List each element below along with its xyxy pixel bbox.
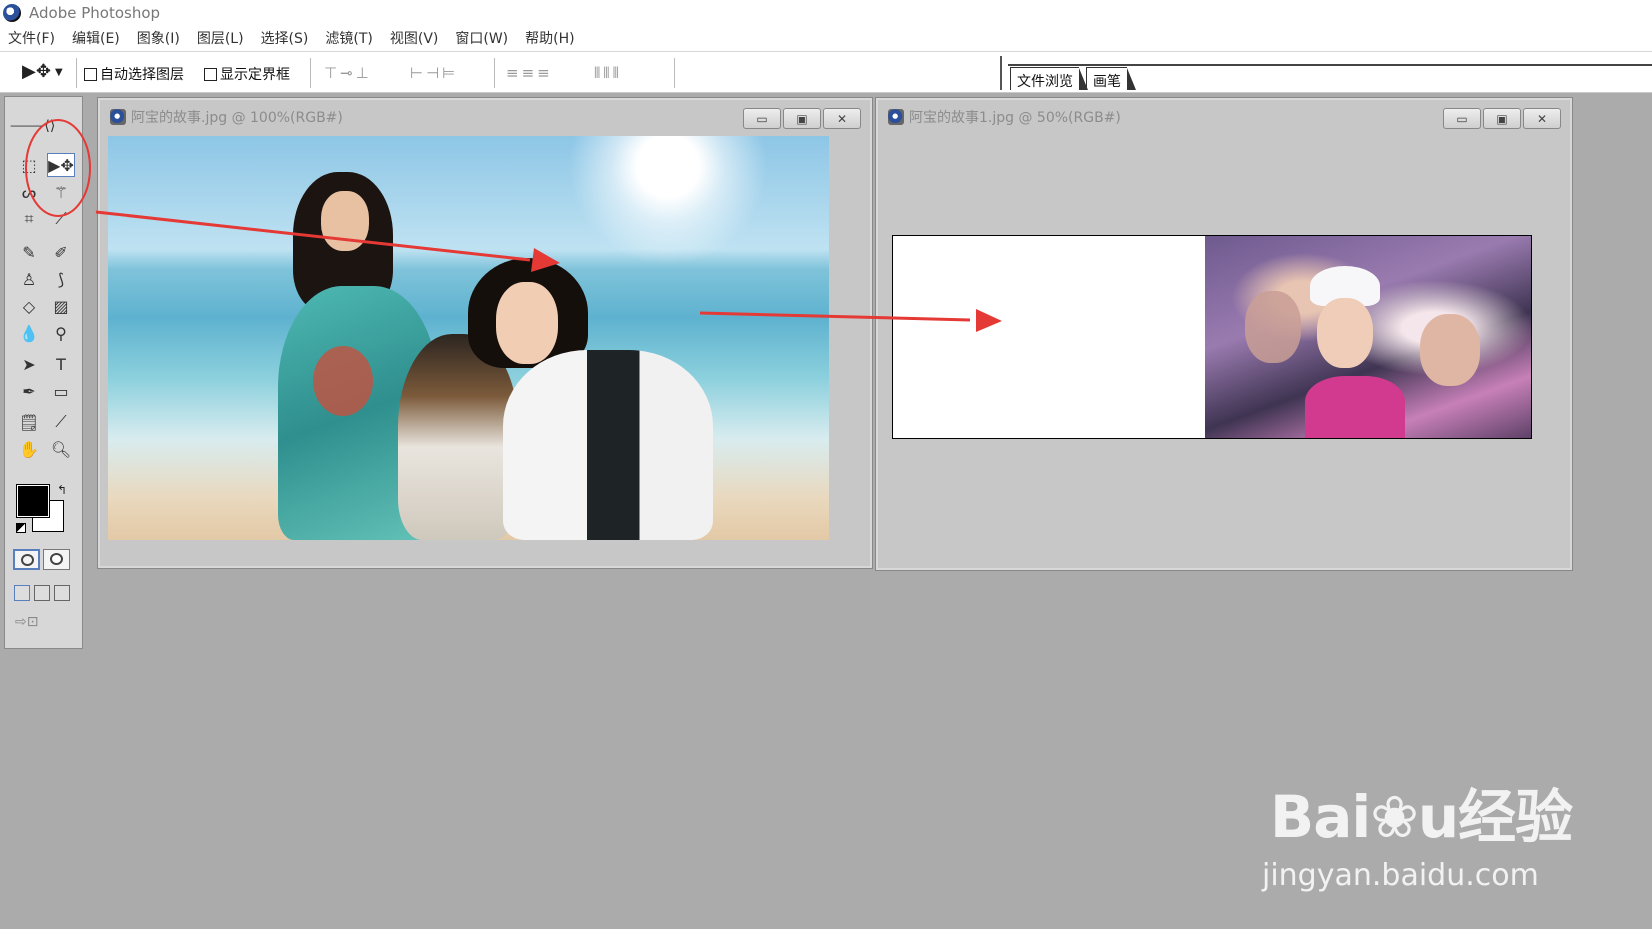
menu-filter[interactable]: 滤镜(T) bbox=[325, 28, 372, 48]
options-divider bbox=[674, 58, 676, 88]
palette-well: 文件浏览 画笔 bbox=[1000, 56, 1652, 90]
watermark-url: jingyan.baidu.com bbox=[1262, 858, 1539, 893]
app-title: Adobe Photoshop bbox=[29, 3, 161, 22]
right-face bbox=[1420, 314, 1480, 386]
standard-mode-icon bbox=[21, 554, 34, 566]
left-face bbox=[1245, 291, 1301, 363]
watermark-logo: Bai❀u经验 bbox=[1270, 783, 1573, 851]
document-window-1[interactable]: 阿宝的故事.jpg @ 100%(RGB#) ▭ ▣ ✕ bbox=[97, 97, 873, 569]
group-photo-layer[interactable] bbox=[1205, 236, 1531, 438]
standard-mode-button[interactable] bbox=[13, 549, 40, 570]
brush-tool-icon[interactable]: ✐ bbox=[47, 240, 75, 264]
distribute-buttons-vertical[interactable]: ≡≡≡ bbox=[506, 64, 553, 82]
checkbox-box[interactable] bbox=[204, 67, 217, 81]
menu-edit[interactable]: 编辑(E) bbox=[72, 28, 120, 48]
full-screen-mode-icon[interactable] bbox=[54, 585, 70, 601]
document-title-bar[interactable]: 阿宝的故事1.jpg @ 50%(RGB#) ▭ ▣ ✕ bbox=[878, 100, 1570, 134]
history-brush-tool-icon[interactable]: ⟆ bbox=[47, 267, 75, 291]
toolbox-header-feather-icon[interactable]: ⸻⟨⟩ bbox=[10, 115, 76, 135]
move-tool-icon[interactable]: ▶✥ bbox=[47, 153, 75, 177]
options-bar: ▶✥ ▼ 自动选择图层 显示定界框 ⊤⊸⊥ ⊢⊣⊨ ≡≡≡ ⫴⫴⫴ 文件浏览 画笔 bbox=[0, 51, 1652, 93]
show-bounding-box-label: 显示定界框 bbox=[220, 67, 290, 83]
menu-bar: 文件(F) 编辑(E) 图象(I) 图层(L) 选择(S) 滤镜(T) 视图(V… bbox=[0, 25, 1652, 51]
default-colors-icon[interactable] bbox=[16, 523, 26, 533]
notes-tool-icon[interactable]: 🗒 bbox=[15, 410, 43, 434]
path-selection-tool-icon[interactable]: ➤ bbox=[15, 352, 43, 376]
options-divider bbox=[494, 58, 496, 88]
menu-help[interactable]: 帮助(H) bbox=[525, 28, 574, 48]
lasso-tool-icon[interactable]: ᔕ bbox=[15, 180, 43, 204]
jump-to-imageready-icon[interactable]: ⇨⊡ bbox=[15, 614, 75, 638]
foreground-color-swatch-front[interactable] bbox=[16, 484, 50, 518]
window-buttons: ▭ ▣ ✕ bbox=[1441, 108, 1561, 129]
magic-wand-tool-icon[interactable]: ⚚ bbox=[47, 180, 75, 204]
maximize-button[interactable]: ▣ bbox=[1483, 108, 1521, 129]
hand-tool-icon[interactable]: ✋ bbox=[15, 437, 43, 461]
menu-window[interactable]: 窗口(W) bbox=[455, 28, 508, 48]
baidu-jingyan-watermark: Bai❀u经验 jingyan.baidu.com bbox=[1260, 760, 1640, 900]
swap-colors-icon[interactable]: ↰ bbox=[57, 483, 67, 497]
marquee-tool-icon[interactable]: ⬚ bbox=[15, 153, 43, 177]
close-button[interactable]: ✕ bbox=[1523, 108, 1561, 129]
options-divider bbox=[76, 58, 78, 88]
healing-brush-tool-icon[interactable]: ✎ bbox=[15, 240, 43, 264]
pen-tool-icon[interactable]: ✒ bbox=[15, 379, 43, 403]
menu-select[interactable]: 选择(S) bbox=[261, 28, 309, 48]
gradient-tool-icon[interactable]: ▨ bbox=[47, 294, 75, 318]
document-title: 阿宝的故事1.jpg @ 50%(RGB#) bbox=[909, 110, 1121, 126]
blur-tool-icon[interactable]: 💧 bbox=[15, 321, 43, 345]
zoom-tool-icon[interactable]: 🔍︎ bbox=[47, 437, 75, 461]
window-buttons: ▭ ▣ ✕ bbox=[741, 108, 861, 129]
standard-screen-mode-icon[interactable] bbox=[14, 585, 30, 601]
minimize-button[interactable]: ▭ bbox=[1443, 108, 1481, 129]
show-bounding-box-checkbox[interactable]: 显示定界框 bbox=[204, 64, 290, 84]
distribute-buttons-horizontal[interactable]: ⫴⫴⫴ bbox=[594, 64, 622, 82]
eyedropper-tool-icon[interactable]: ⟋ bbox=[47, 410, 75, 434]
auto-select-layer-checkbox[interactable]: 自动选择图层 bbox=[84, 64, 184, 84]
document-title: 阿宝的故事.jpg @ 100%(RGB#) bbox=[131, 110, 343, 126]
document-canvas-beach-photo[interactable] bbox=[108, 136, 829, 540]
woman-face bbox=[321, 191, 369, 251]
close-button[interactable]: ✕ bbox=[823, 108, 861, 129]
quick-mask-mode-button[interactable] bbox=[43, 549, 70, 570]
menu-view[interactable]: 视图(V) bbox=[390, 28, 439, 48]
tool-preset-picker[interactable]: ▶✥ ▼ bbox=[22, 61, 63, 82]
align-buttons-top[interactable]: ⊤⊸⊥ bbox=[324, 64, 372, 82]
options-divider bbox=[310, 58, 312, 88]
photoshop-app-icon bbox=[3, 3, 21, 22]
quick-mask-icon bbox=[50, 553, 63, 565]
align-buttons-left[interactable]: ⊢⊣⊨ bbox=[410, 64, 458, 82]
document-icon bbox=[110, 109, 126, 125]
auto-select-layer-label: 自动选择图层 bbox=[100, 67, 184, 83]
eraser-tool-icon[interactable]: ◇ bbox=[15, 294, 43, 318]
checkbox-box[interactable] bbox=[84, 67, 97, 81]
second-woman-face bbox=[496, 282, 558, 364]
crop-tool-icon[interactable]: ⌗ bbox=[15, 207, 43, 231]
tab-brushes[interactable]: 画笔 bbox=[1086, 67, 1136, 90]
rectangle-tool-icon[interactable]: ▭ bbox=[47, 379, 75, 403]
dress-pattern bbox=[313, 346, 373, 416]
second-woman-outfit bbox=[503, 350, 713, 540]
document-window-2[interactable]: 阿宝的故事1.jpg @ 50%(RGB#) ▭ ▣ ✕ bbox=[875, 97, 1573, 571]
center-face bbox=[1317, 298, 1373, 368]
full-screen-menu-mode-icon[interactable] bbox=[34, 585, 50, 601]
clone-stamp-tool-icon[interactable]: ♙ bbox=[15, 267, 43, 291]
slice-tool-icon[interactable]: ⟋ bbox=[47, 207, 75, 231]
menu-image[interactable]: 图象(I) bbox=[137, 28, 180, 48]
toolbox: ⸻⟨⟩ ⬚ ▶✥ ᔕ ⚚ ⌗ ⟋ ✎ ✐ ♙ ⟆ ◇ ▨ 💧 ⚲ ➤ T ✒ ▭… bbox=[4, 96, 83, 649]
dodge-tool-icon[interactable]: ⚲ bbox=[47, 321, 75, 345]
document-icon bbox=[888, 109, 904, 125]
document-canvas[interactable] bbox=[892, 235, 1532, 439]
document-workspace bbox=[886, 136, 1562, 562]
menu-file[interactable]: 文件(F) bbox=[8, 28, 55, 48]
sun-glare bbox=[568, 136, 768, 266]
tab-file-browser[interactable]: 文件浏览 bbox=[1010, 67, 1088, 90]
pink-top bbox=[1305, 376, 1405, 438]
type-tool-icon[interactable]: T bbox=[47, 352, 75, 376]
document-title-bar[interactable]: 阿宝的故事.jpg @ 100%(RGB#) ▭ ▣ ✕ bbox=[100, 100, 870, 134]
title-bar: Adobe Photoshop bbox=[0, 0, 1652, 25]
menu-layer[interactable]: 图层(L) bbox=[197, 28, 244, 48]
minimize-button[interactable]: ▭ bbox=[743, 108, 781, 129]
maximize-button[interactable]: ▣ bbox=[783, 108, 821, 129]
